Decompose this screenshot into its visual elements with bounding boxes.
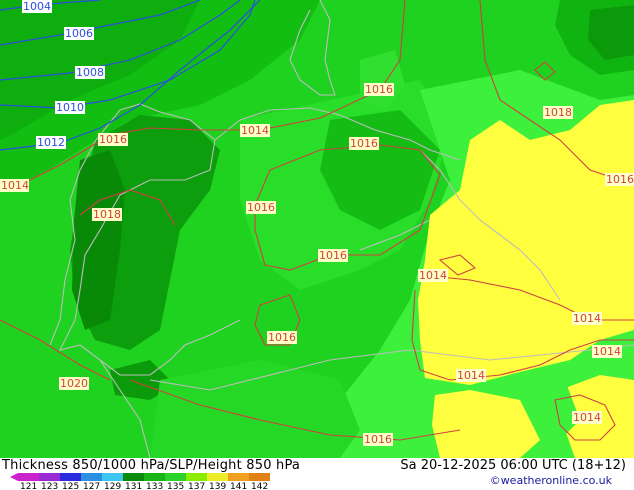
scale-tick-label: 133 bbox=[146, 482, 163, 490]
scale-tick-label: 142 bbox=[251, 482, 268, 490]
scale-swatch bbox=[123, 473, 144, 481]
scale-tick-label: 141 bbox=[230, 482, 247, 490]
map-footer: Thickness 850/1000 hPa/SLP/Height 850 hP… bbox=[0, 458, 634, 490]
isobar-label: 1018 bbox=[93, 208, 121, 221]
isobar-label-1006: 1006 bbox=[65, 27, 93, 40]
isobar-label: 1016 bbox=[319, 249, 347, 262]
isobar-label: 1020 bbox=[60, 377, 88, 390]
scale-tick-label: 123 bbox=[41, 482, 58, 490]
scale-swatch bbox=[165, 473, 186, 481]
scale-swatch bbox=[186, 473, 207, 481]
scale-swatch bbox=[228, 473, 249, 481]
isobar-label: 1018 bbox=[544, 106, 572, 119]
scale-tick-label: 127 bbox=[83, 482, 100, 490]
isobar-label: 1014 bbox=[457, 369, 485, 382]
scale-tick-label: 131 bbox=[125, 482, 142, 490]
scale-tick-label: 125 bbox=[62, 482, 79, 490]
scale-swatch bbox=[60, 473, 81, 481]
weather-map: 1004 1006 1008 1010 1012 1014 1016 1016 … bbox=[0, 0, 634, 458]
scale-swatch bbox=[39, 473, 60, 481]
scale-arrow-left bbox=[10, 473, 18, 481]
scale-tick-label: 135 bbox=[167, 482, 184, 490]
isobar-label: 1016 bbox=[364, 433, 392, 446]
scale-tick-label: 129 bbox=[104, 482, 121, 490]
map-title: Thickness 850/1000 hPa/SLP/Height 850 hP… bbox=[2, 458, 301, 473]
isobar-label-1004: 1004 bbox=[23, 0, 51, 13]
isobar-label: 1014 bbox=[419, 269, 447, 282]
scale-swatch bbox=[207, 473, 228, 481]
scale-swatch bbox=[102, 473, 123, 481]
isobar-label: 1014 bbox=[573, 411, 601, 424]
map-datetime: Sa 20-12-2025 06:00 UTC (18+12) bbox=[400, 458, 626, 473]
isobar-label: 1014 bbox=[593, 345, 621, 358]
scale-tick-label: 139 bbox=[209, 482, 226, 490]
isobar-label: 1016 bbox=[350, 137, 378, 150]
isobar-label: 1014 bbox=[573, 312, 601, 325]
isobar-label: 1014 bbox=[1, 179, 29, 192]
isobar-label-1010: 1010 bbox=[56, 101, 84, 114]
scale-tick-label: 137 bbox=[188, 482, 205, 490]
isobar-label-1008: 1008 bbox=[76, 66, 104, 79]
credit-link[interactable]: ©weatheronline.co.uk bbox=[490, 474, 612, 487]
scale-tick-label: 121 bbox=[20, 482, 37, 490]
isobar-label: 1016 bbox=[606, 173, 634, 186]
scale-swatch bbox=[249, 473, 270, 481]
scale-swatch bbox=[81, 473, 102, 481]
isobar-label: 1014 bbox=[241, 124, 269, 137]
color-scale: 121 123 125 127 129 131 133 135 137 139 141 142 bbox=[10, 473, 270, 490]
scale-swatch bbox=[144, 473, 165, 481]
isobar-label: 1016 bbox=[247, 201, 275, 214]
isobar-label: 1016 bbox=[99, 133, 127, 146]
isobar-label: 1016 bbox=[365, 83, 393, 96]
isobar-label: 1016 bbox=[268, 331, 296, 344]
isobar-label-1012: 1012 bbox=[37, 136, 65, 149]
scale-swatch bbox=[18, 473, 39, 481]
